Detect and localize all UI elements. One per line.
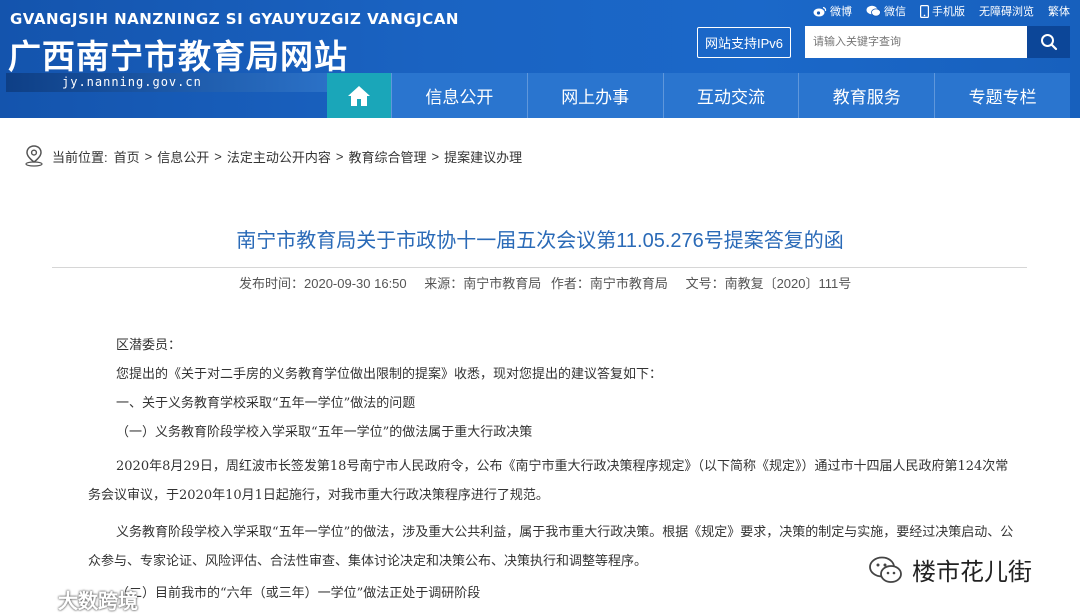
watermark-left: 大数跨境 [8, 585, 138, 614]
wechat-icon [866, 5, 881, 17]
breadcrumb-separator: > [214, 148, 222, 164]
mobile-link[interactable]: 手机版 [920, 3, 965, 19]
site-domain: jy.nanning.gov.cn [62, 75, 202, 89]
paragraph: 2020年8月29日，周红波市长签发第18号南宁市人民政府令，公布《南宁市重大行… [88, 459, 1009, 503]
traditional-chinese-label: 繁体 [1048, 6, 1070, 18]
article-meta: 发布时间：2020-09-30 16:50 来源：南宁市教育局 作者：南宁市教育… [239, 273, 865, 292]
search-input[interactable] [805, 26, 1027, 58]
search-icon [1040, 34, 1057, 51]
home-icon [348, 85, 370, 106]
breadcrumb-info-disclosure[interactable]: 信息公开 [157, 147, 209, 166]
section-heading: 一、关于义务教育学校采取“五年一学位”做法的问题 [116, 396, 416, 411]
traditional-chinese-link[interactable]: 繁体 [1048, 3, 1070, 19]
watermark-left-text: 大数跨境 [58, 589, 138, 613]
accessibility-link[interactable]: 无障碍浏览 [979, 3, 1034, 19]
location-pin-icon [25, 145, 43, 167]
title-divider [52, 267, 1027, 268]
top-links: 微博 微信 手机版 无障碍浏览 繁体 [813, 3, 1070, 19]
publish-time: 发布时间：2020-09-30 16:50 [239, 276, 407, 291]
nav-item-online-services[interactable]: 网上办事 [526, 73, 663, 118]
breadcrumb-statutory-content[interactable]: 法定主动公开内容 [227, 147, 331, 166]
breadcrumb-education-management[interactable]: 教育综合管理 [348, 147, 426, 166]
breadcrumb-separator: > [335, 148, 344, 164]
main-nav: 信息公开 网上办事 互动交流 教育服务 专题专栏 [327, 73, 1070, 118]
breadcrumb-label: 当前位置: [52, 149, 108, 165]
wechat-label: 微信 [884, 6, 906, 18]
nav-item-interaction[interactable]: 互动交流 [662, 73, 799, 118]
nav-item-special-topics[interactable]: 专题专栏 [934, 73, 1070, 118]
breadcrumb-separator: > [431, 148, 440, 164]
paragraph: 您提出的《关于对二手房的义务教育学位做出限制的提案》收悉，现对您提出的建议答复如… [116, 367, 663, 382]
breadcrumb-home[interactable]: 首页 [114, 147, 140, 166]
article-author: 作者：南宁市教育局 [550, 276, 668, 291]
watermark-right: 楼市花儿街 [868, 552, 1032, 587]
nav-item-education-services[interactable]: 教育服务 [798, 73, 934, 118]
weibo-label: 微博 [830, 6, 852, 18]
breadcrumb-separator: > [144, 148, 153, 164]
watermark-logo-icon [9, 591, 45, 607]
subsection-heading: （二）目前我市的“六年（或三年）一学位”做法正处于调研阶段 [116, 586, 481, 601]
salutation: 区潜委员： [116, 338, 182, 353]
article-source: 来源：南宁市教育局 [424, 276, 542, 291]
nav-home[interactable] [327, 73, 391, 118]
search-box [805, 26, 1070, 58]
accessibility-label: 无障碍浏览 [979, 6, 1034, 18]
wechat-link[interactable]: 微信 [866, 3, 906, 19]
document-number: 文号：南教复〔2020〕111号 [685, 276, 852, 291]
subsection-heading: （一）义务教育阶段学校入学采取“五年一学位”的做法属于重大行政决策 [116, 425, 533, 440]
watermark-right-text: 楼市花儿街 [912, 558, 1032, 586]
wechat-watermark-icon [869, 556, 902, 583]
site-pinyin-title: GVANGJSIH NANZNINGZ SI GYAUYUZGIZ VANGJC… [10, 10, 459, 28]
mobile-label: 手机版 [932, 6, 965, 18]
article-title: 南宁市教育局关于市政协十一届五次会议第11.05.276号提案答复的函 [236, 230, 844, 252]
site-header: GVANGJSIH NANZNINGZ SI GYAUYUZGIZ VANGJC… [0, 0, 1080, 118]
weibo-link[interactable]: 微博 [813, 3, 852, 19]
ipv6-badge[interactable]: 网站支持IPv6 [697, 27, 791, 58]
mobile-phone-icon [920, 4, 929, 18]
site-title[interactable]: 广西南宁市教育局网站 [8, 30, 348, 78]
search-button[interactable] [1027, 26, 1070, 58]
breadcrumb: 当前位置: 首页 > 信息公开 > 法定主动公开内容 > 教育综合管理 > 提案… [24, 145, 522, 167]
nav-item-info-disclosure[interactable]: 信息公开 [391, 73, 527, 118]
weibo-icon [813, 6, 827, 16]
breadcrumb-proposal-handling[interactable]: 提案建议办理 [444, 147, 522, 166]
